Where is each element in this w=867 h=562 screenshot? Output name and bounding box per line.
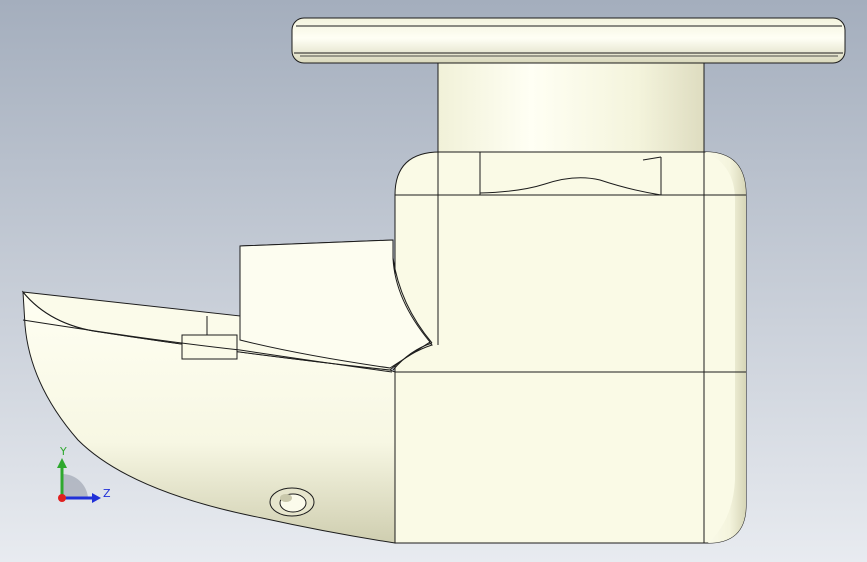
port-hole-shadow <box>280 494 292 502</box>
model-canvas[interactable]: Y Z <box>0 0 867 562</box>
small-pad <box>181 334 238 360</box>
z-axis-label: Z <box>103 487 111 500</box>
3d-viewport[interactable]: Y Z <box>0 0 867 562</box>
y-axis-label: Y <box>59 445 67 458</box>
shaft-cylinder <box>437 59 705 153</box>
main-housing <box>394 151 747 544</box>
x-axis-dot <box>58 494 66 502</box>
